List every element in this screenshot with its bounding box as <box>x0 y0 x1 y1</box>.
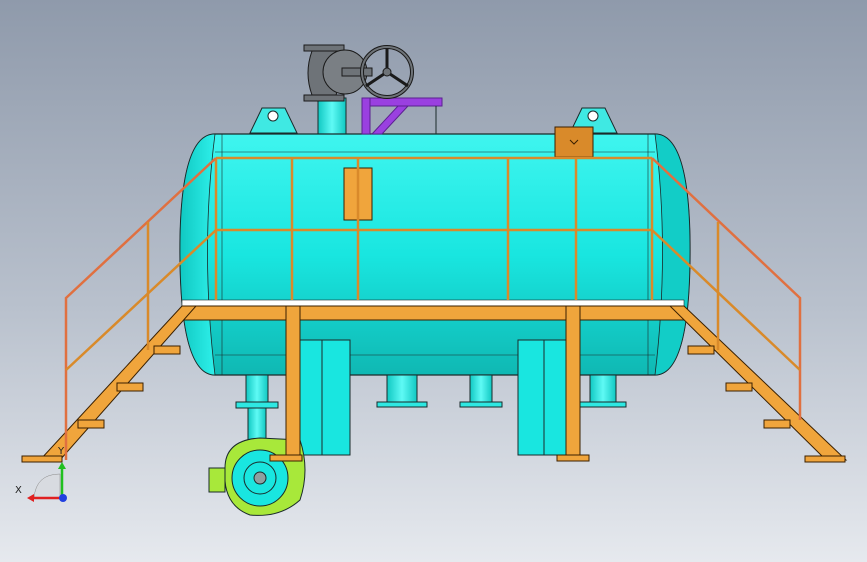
valve-nozzle <box>317 97 347 137</box>
lifting-lug-left <box>249 107 298 134</box>
coordinate-triad <box>27 462 67 502</box>
triad-z-axis <box>59 494 67 502</box>
discharge-pipe <box>235 374 279 449</box>
horizontal-tank[interactable] <box>179 133 691 376</box>
vent-pipe <box>361 97 443 135</box>
bottom-nozzles <box>376 374 627 408</box>
triad-y-label: Y <box>58 446 65 457</box>
handwheel-valve[interactable] <box>303 44 414 102</box>
nameplate <box>554 126 594 158</box>
triad-x-label: X <box>15 485 22 496</box>
tank-assembly-model[interactable] <box>0 0 867 562</box>
cad-viewport[interactable]: X Y <box>0 0 867 562</box>
